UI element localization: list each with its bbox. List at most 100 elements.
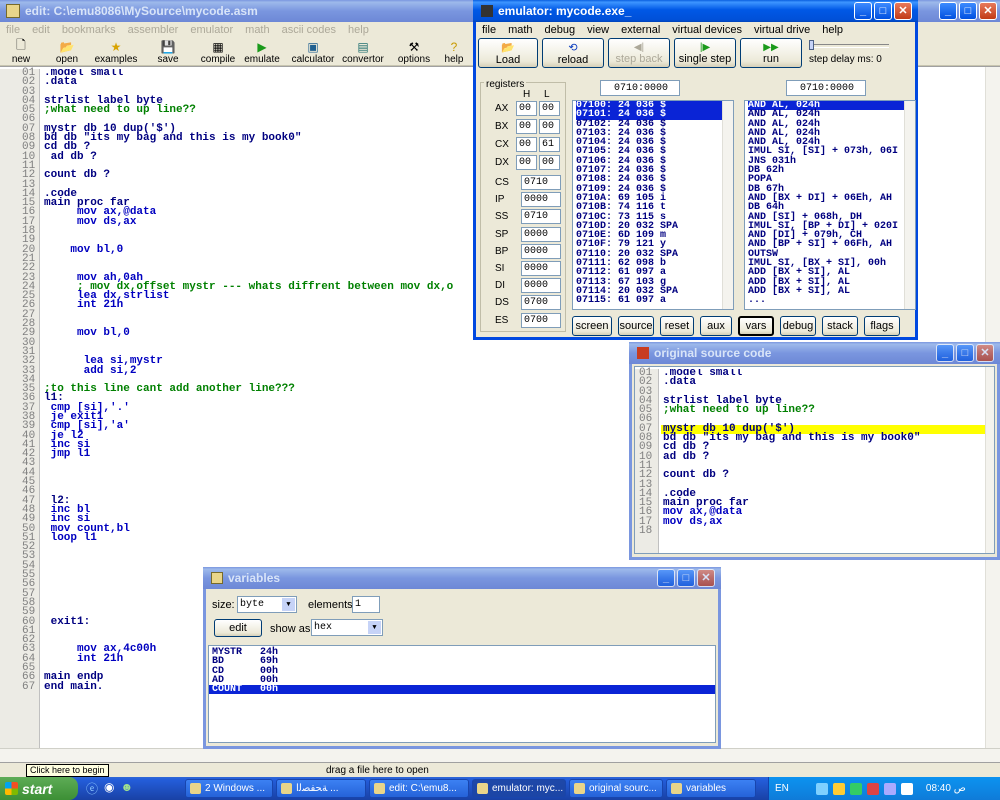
taskbar-button[interactable]: emulator: myc...: [472, 779, 566, 798]
source-button[interactable]: source: [618, 316, 654, 336]
compile-button[interactable]: ▦ compile: [196, 40, 240, 65]
menu-item-edit[interactable]: edit: [32, 24, 50, 37]
close-icon[interactable]: ✕: [979, 2, 997, 20]
register-si-value[interactable]: 0000: [521, 261, 561, 276]
menu-item-view[interactable]: view: [587, 24, 609, 36]
taskbar-button[interactable]: edit: C:\emu8...: [369, 779, 469, 798]
register-ds-value[interactable]: 0700: [521, 295, 561, 311]
language-indicator[interactable]: EN: [775, 783, 789, 794]
menu-item-debug[interactable]: debug: [545, 24, 576, 36]
register-es-value[interactable]: 0700: [521, 312, 561, 328]
menu-item-file[interactable]: file: [482, 24, 496, 36]
register-ip-value[interactable]: 0000: [521, 192, 561, 208]
emulate-button[interactable]: ▶ emulate: [240, 40, 284, 65]
memory-list[interactable]: 07100: 24 036 $07101: 24 036 $07102: 24 …: [572, 100, 734, 310]
register-sp-value[interactable]: 0000: [521, 226, 561, 242]
screen-button[interactable]: screen: [572, 316, 612, 336]
step-delay-slider[interactable]: [809, 44, 889, 48]
minimize-icon[interactable]: _: [939, 2, 957, 20]
register-di-value[interactable]: 0000: [521, 278, 561, 294]
options-button[interactable]: ⚒ options: [392, 40, 436, 65]
register-cx-low[interactable]: 61: [539, 137, 560, 152]
close-icon[interactable]: ✕: [976, 344, 994, 362]
disasm-row[interactable]: ...: [748, 296, 915, 306]
ie-icon[interactable]: ⓔ: [86, 780, 98, 797]
variable-row[interactable]: AD 00h: [209, 675, 715, 685]
elements-input[interactable]: 1: [352, 596, 380, 613]
register-dx-low[interactable]: 00: [539, 155, 560, 170]
minimize-icon[interactable]: _: [657, 569, 675, 587]
taskbar-button[interactable]: variables: [666, 779, 756, 798]
debug-button[interactable]: debug: [780, 316, 816, 336]
menu-item-math[interactable]: math: [245, 24, 269, 37]
taskbar-button[interactable]: ﺔﺤﻔﺼﻟا ...: [276, 779, 366, 798]
register-cx-high[interactable]: 00: [516, 137, 537, 152]
reload-button[interactable]: ⟲ reload: [542, 38, 604, 68]
maximize-icon[interactable]: □: [677, 569, 695, 587]
media-icon[interactable]: ◉: [104, 780, 114, 797]
variable-row[interactable]: BD 69h: [209, 657, 715, 667]
single-step-button[interactable]: |▶ single step: [674, 38, 736, 68]
menu-item-emulator[interactable]: emulator: [190, 24, 233, 37]
variable-row[interactable]: COUNT 00h: [209, 685, 715, 695]
source-code-view[interactable]: 01 02 03 04 05 06 07 08 09 10 11 12 13 14 15 16 17 18 .mo…: [634, 366, 995, 554]
menu-item-help[interactable]: help: [348, 24, 369, 37]
menu-item-virtual-devices[interactable]: virtual devices: [672, 24, 742, 36]
emulator-titlebar[interactable]: emulator: mycode.exe_: [473, 0, 918, 22]
register-bx-low[interactable]: 00: [539, 119, 560, 134]
start-button[interactable]: start: [0, 777, 78, 800]
menu-item-virtual-drive[interactable]: virtual drive: [754, 24, 810, 36]
run-button[interactable]: ▶▶ run: [740, 38, 802, 68]
disassembly-list[interactable]: AND AL, 024h AND AL, 024h AND AL, 024h AND …: [744, 100, 916, 310]
minimize-icon[interactable]: _: [854, 2, 872, 20]
menu-item-external[interactable]: external: [621, 24, 660, 36]
variables-list[interactable]: MYSTR 24h BD 69h CD 00h AD 00h COUNT 00h: [208, 645, 716, 743]
menu-item-assembler[interactable]: assembler: [128, 24, 179, 37]
taskbar-button[interactable]: 2 Windows ...: [185, 779, 273, 798]
register-cs-value[interactable]: 0710: [521, 175, 561, 190]
variable-row[interactable]: MYSTR 24h: [209, 647, 715, 657]
new-button[interactable]: 🗋 new: [6, 38, 36, 65]
size-select[interactable]: byte ▼: [237, 596, 297, 613]
load-button[interactable]: 📂 Load: [478, 38, 538, 68]
register-ss-value[interactable]: 0710: [521, 209, 561, 225]
close-icon[interactable]: ✕: [894, 2, 912, 20]
variables-titlebar[interactable]: variables: [203, 567, 721, 589]
step-back-button[interactable]: ◀| step back: [608, 38, 670, 68]
memory-scrollbar[interactable]: [722, 101, 733, 309]
tray-icon[interactable]: [883, 782, 896, 795]
menu-item-bookmarks[interactable]: bookmarks: [62, 24, 116, 37]
calculator-button[interactable]: ▣ calculator: [288, 40, 338, 65]
register-dx-high[interactable]: 00: [516, 155, 537, 170]
stack-button[interactable]: stack: [822, 316, 858, 336]
tray-icon[interactable]: [815, 782, 828, 795]
examples-button[interactable]: ★ examples: [88, 40, 144, 65]
editor-horizontal-scrollbar[interactable]: [0, 748, 1000, 762]
disassembly-scrollbar[interactable]: [904, 101, 915, 309]
show-as-select[interactable]: hex ▼: [311, 619, 383, 636]
save-button[interactable]: 💾 save: [148, 40, 188, 65]
tray-icon[interactable]: [832, 782, 845, 795]
tray-icon[interactable]: [849, 782, 862, 795]
register-ax-high[interactable]: 00: [516, 101, 537, 116]
register-bp-value[interactable]: 0000: [521, 243, 561, 259]
flags-button[interactable]: flags: [864, 316, 900, 336]
menu-item-math[interactable]: math: [508, 24, 532, 36]
disasm-row[interactable]: ADD [BX + SI], AL: [748, 286, 915, 296]
tray-icon[interactable]: [900, 782, 913, 795]
tray-icon[interactable]: [866, 782, 879, 795]
variable-row[interactable]: CD 00h: [209, 666, 715, 676]
menu-item-help[interactable]: help: [822, 24, 843, 36]
reset-button[interactable]: reset: [660, 316, 694, 336]
step-delay-slider-thumb[interactable]: [809, 40, 814, 50]
vars-button[interactable]: vars: [738, 316, 774, 336]
open-button[interactable]: 📂 open: [46, 40, 88, 65]
memory-address-field[interactable]: 0710:0000: [600, 80, 680, 96]
menu-item-ascii-codes[interactable]: ascii codes: [282, 24, 336, 37]
register-ax-low[interactable]: 00: [539, 101, 560, 116]
close-icon[interactable]: ✕: [697, 569, 715, 587]
edit-button[interactable]: edit: [214, 619, 262, 637]
register-bx-high[interactable]: 00: [516, 119, 537, 134]
aux-button[interactable]: aux: [700, 316, 732, 336]
disasm-address-field[interactable]: 0710:0000: [786, 80, 866, 96]
